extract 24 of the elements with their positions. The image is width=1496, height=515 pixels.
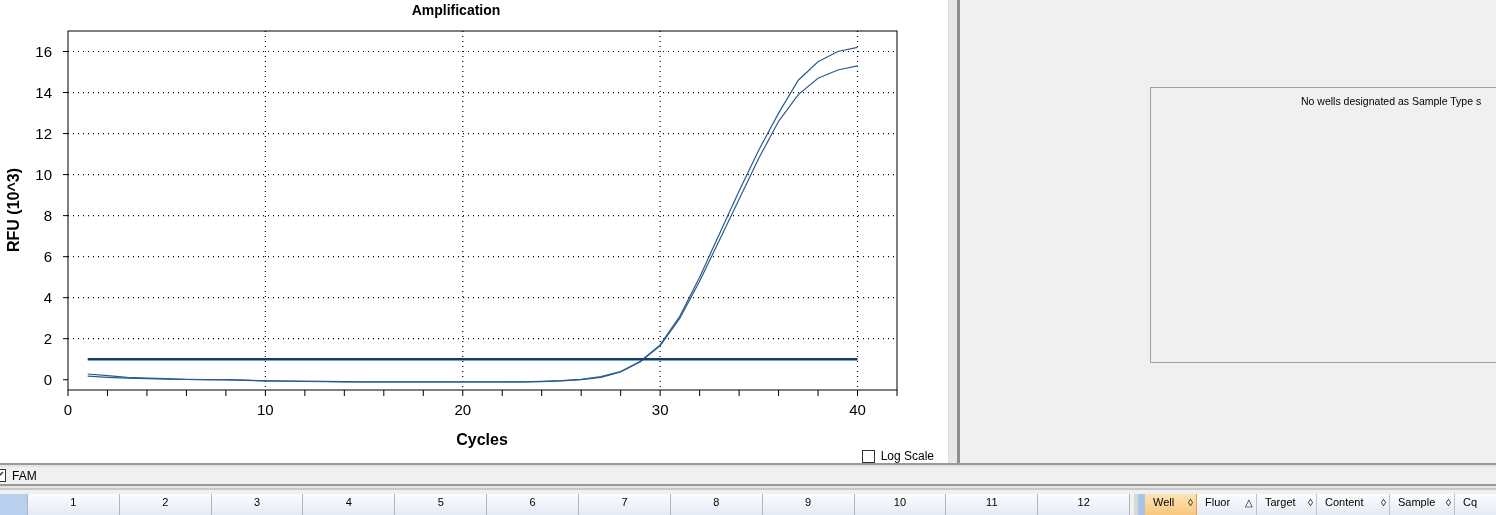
message-text: No wells designated as Sample Type s	[1301, 95, 1482, 107]
sort-icon: △	[1245, 497, 1253, 509]
y-tick-label: 4	[43, 288, 52, 306]
x-tick-label: 40	[849, 401, 866, 418]
sort-icon: ◊	[1446, 497, 1451, 509]
y-tick-label: 16	[35, 42, 52, 60]
y-tick-label: 14	[35, 83, 52, 101]
y-tick-label: 6	[43, 247, 52, 265]
y-tick-label: 12	[35, 124, 52, 142]
sort-icon: ◊	[1308, 497, 1313, 509]
y-tick-label: 0	[43, 370, 52, 388]
y-tick-label: 10	[35, 165, 52, 183]
x-tick-label: 0	[63, 401, 73, 418]
x-tick-label: 30	[651, 401, 669, 418]
sort-icon: ◊	[1381, 497, 1386, 509]
y-tick-label: 2	[43, 329, 52, 347]
sort-icon: ◊	[1188, 497, 1193, 509]
y-axis-label: RFU (10^3)	[5, 168, 22, 252]
fluorophore-label: FAM	[12, 468, 37, 483]
chart-title: Amplification	[411, 2, 501, 18]
x-axis-label: Cycles	[456, 431, 508, 448]
y-tick-label: 8	[43, 206, 52, 224]
x-tick-label: 10	[257, 401, 274, 418]
x-tick-label: 20	[454, 401, 472, 418]
